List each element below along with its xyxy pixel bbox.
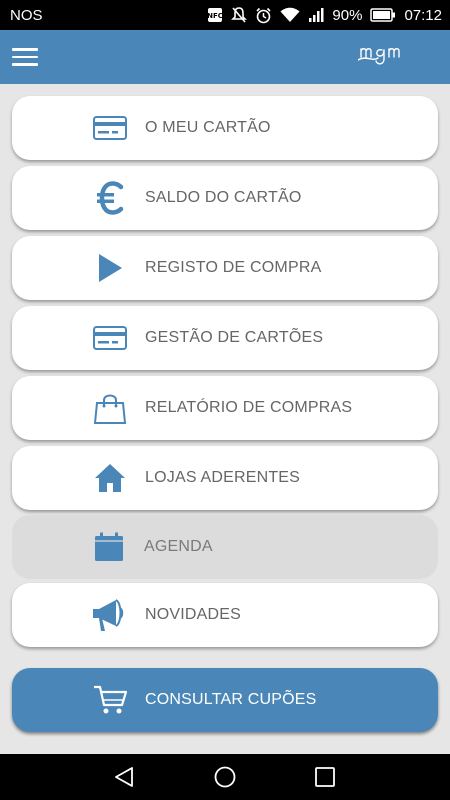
recents-icon[interactable] xyxy=(314,766,336,788)
nfc-icon: NFC xyxy=(207,7,223,23)
status-bar: NOS NFC 90% 07:12 xyxy=(0,0,450,30)
signal-icon xyxy=(308,7,324,23)
menu-item-register-purchase[interactable]: REGISTO DE COMPRA xyxy=(12,236,438,300)
back-icon[interactable] xyxy=(113,766,135,788)
menu-item-label: RELATÓRIO DE COMPRAS xyxy=(145,399,353,416)
svg-text:NFC: NFC xyxy=(208,12,224,20)
menu-item-label: SALDO DO CARTÃO xyxy=(145,189,302,206)
consult-coupons-button[interactable]: CONSULTAR CUPÕES xyxy=(12,668,438,732)
wifi-icon xyxy=(280,7,300,23)
navigation-bar xyxy=(0,754,450,800)
battery-percent: 90% xyxy=(332,6,363,24)
menu-item-agenda[interactable]: AGENDA xyxy=(12,515,438,579)
home-icon xyxy=(92,462,128,494)
hamburger-menu-button[interactable] xyxy=(12,48,38,68)
battery-icon xyxy=(370,8,396,22)
menu-item-label: CONSULTAR CUPÕES xyxy=(145,691,317,708)
mgm-logo xyxy=(357,40,418,70)
shopping-bag-icon xyxy=(92,392,128,424)
main-menu: O MEU CARTÃO SALDO DO CARTÃO REGISTO DE … xyxy=(0,84,450,754)
menu-item-partner-stores[interactable]: LOJAS ADERENTES xyxy=(12,446,438,510)
megaphone-icon xyxy=(92,599,128,631)
carrier-name: NOS xyxy=(10,6,43,24)
app-bar xyxy=(0,30,450,84)
hamburger-line xyxy=(12,55,38,58)
menu-item-label: AGENDA xyxy=(144,538,213,555)
menu-item-label: REGISTO DE COMPRA xyxy=(145,259,322,276)
menu-item-label: NOVIDADES xyxy=(145,606,242,623)
menu-item-news[interactable]: NOVIDADES xyxy=(12,583,438,647)
home-circle-icon[interactable] xyxy=(214,766,236,788)
menu-item-card-balance[interactable]: SALDO DO CARTÃO xyxy=(12,166,438,230)
menu-item-label: LOJAS ADERENTES xyxy=(145,469,301,486)
play-icon xyxy=(92,252,128,284)
mute-icon xyxy=(231,6,248,24)
alarm-icon xyxy=(255,7,272,24)
card-icon xyxy=(92,112,128,144)
cart-icon xyxy=(92,684,128,716)
hamburger-line xyxy=(12,48,38,51)
menu-item-card-management[interactable]: GESTÃO DE CARTÕES xyxy=(12,306,438,370)
status-icons: NFC 90% 07:12 xyxy=(207,6,442,24)
hamburger-line xyxy=(12,63,38,66)
clock: 07:12 xyxy=(404,6,442,24)
euro-icon xyxy=(92,181,128,215)
menu-item-my-card[interactable]: O MEU CARTÃO xyxy=(12,96,438,160)
menu-item-purchase-report[interactable]: RELATÓRIO DE COMPRAS xyxy=(12,376,438,440)
calendar-icon xyxy=(91,531,127,563)
card-icon xyxy=(92,322,128,354)
menu-item-label: O MEU CARTÃO xyxy=(145,119,271,136)
menu-item-label: GESTÃO DE CARTÕES xyxy=(145,329,324,346)
